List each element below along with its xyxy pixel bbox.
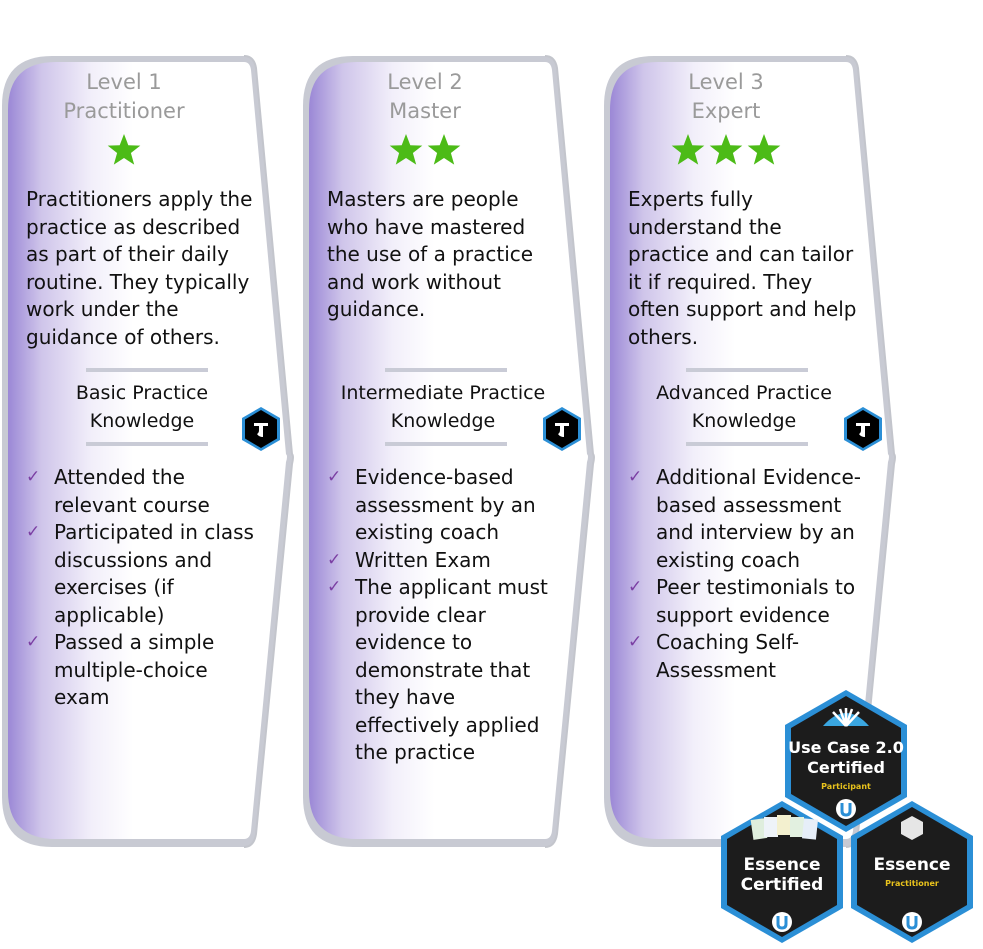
divider <box>86 442 208 446</box>
requirements-list: ✓ Additional Evidence-based assessment an… <box>626 464 866 684</box>
requirement-item: ✓ Peer testimonials to support evidence <box>626 574 866 629</box>
divider <box>686 368 808 372</box>
requirement-text: Evidence-based assessment by an existing… <box>355 465 536 544</box>
requirement-item: ✓ The applicant must provide clear eviden… <box>325 574 565 767</box>
level-heading: Level 3 Expert <box>602 68 850 126</box>
divider <box>385 442 507 446</box>
badge-level: Practitioner <box>885 879 939 888</box>
requirement-item: ✓ Participated in class discussions and e… <box>24 519 264 629</box>
requirement-text: Participated in class discussions and ex… <box>54 520 254 627</box>
essence-certified-badge: Essence Certified <box>718 799 846 945</box>
requirements-list: ✓ Evidence-based assessment by an existin… <box>325 464 565 767</box>
level-name: Master <box>389 99 461 123</box>
ivar-jacobson-badge-icon <box>242 407 280 451</box>
level-heading: Level 1 Practitioner <box>0 68 248 126</box>
level-card-1: Level 1 Practitioner Practitioners apply… <box>0 54 300 850</box>
requirement-item: ✓ Evidence-based assessment by an existin… <box>325 464 565 547</box>
level-number: Level 2 <box>387 70 463 94</box>
badge-title: Essence <box>873 855 951 875</box>
ivar-jacobson-badge-icon <box>844 407 882 451</box>
requirement-text: Additional Evidence-based assessment and… <box>656 465 861 572</box>
star-rating <box>602 132 850 172</box>
knowledge-line-1: Advanced Practice <box>656 382 832 404</box>
requirement-text: The applicant must provide clear evidenc… <box>355 575 548 764</box>
badge-subtitle: Certified <box>740 875 824 895</box>
divider <box>385 368 507 372</box>
badge-title: Use Case 2.0 <box>788 738 904 757</box>
level-heading: Level 2 Master <box>301 68 549 126</box>
use-case-fan-icon <box>823 708 869 727</box>
star-icon <box>709 134 743 165</box>
badge-subtitle: Certified <box>807 758 885 777</box>
level-number: Level 3 <box>688 70 764 94</box>
star-icon <box>671 134 705 165</box>
badge-title: Essence <box>743 855 821 875</box>
star-icon <box>107 134 141 165</box>
requirement-item: ✓ Written Exam <box>325 547 565 575</box>
checkmark-icon: ✓ <box>26 522 41 542</box>
ivar-jacobson-logo-icon <box>772 912 792 932</box>
requirement-text: Peer testimonials to support evidence <box>656 575 856 627</box>
checkmark-icon: ✓ <box>628 632 643 652</box>
level-name: Practitioner <box>63 99 185 123</box>
checkmark-icon: ✓ <box>26 467 41 487</box>
star-rating <box>0 132 248 172</box>
level-description: Practitioners apply the practice as desc… <box>26 187 253 349</box>
star-rating <box>301 132 549 172</box>
hexagon-icon <box>901 816 923 840</box>
level-number: Level 1 <box>86 70 162 94</box>
requirement-text: Written Exam <box>355 547 491 572</box>
checkmark-icon: ✓ <box>628 577 643 597</box>
checkmark-icon: ✓ <box>628 467 643 487</box>
star-icon <box>747 134 781 165</box>
requirements-list: ✓ Attended the relevant course ✓ Participat… <box>24 464 264 712</box>
card-chevron-shape <box>2 55 294 848</box>
requirement-text: Coaching Self-Assessment <box>656 630 800 682</box>
knowledge-line-1: Intermediate Practice <box>340 382 546 404</box>
checkmark-icon: ✓ <box>26 632 41 652</box>
star-icon <box>427 134 461 165</box>
checkmark-icon: ✓ <box>327 577 342 597</box>
level-description: Masters are people who have mastered the… <box>327 187 534 321</box>
divider <box>686 442 808 446</box>
knowledge-line-1: Basic Practice <box>75 382 209 404</box>
checkmark-icon: ✓ <box>327 467 342 487</box>
essence-practitioner-badge: Essence Practitioner <box>848 799 976 945</box>
level-card-2: Level 2 Master Masters are people who ha… <box>301 54 601 850</box>
level-description: Experts fully understand the practice an… <box>628 187 857 349</box>
requirement-text: Passed a simple multiple-choice exam <box>54 630 215 709</box>
star-icon <box>389 134 423 165</box>
checkmark-icon: ✓ <box>327 549 342 570</box>
level-name: Expert <box>691 99 761 123</box>
requirement-item: ✓ Passed a simple multiple-choice exam <box>24 629 264 712</box>
divider <box>86 368 208 372</box>
ivar-jacobson-logo-icon <box>902 912 922 932</box>
certification-badges: Use Case 2.0 Certified Participant Essen… <box>718 688 980 945</box>
requirement-item: ✓ Attended the relevant course <box>24 464 264 519</box>
badge-level: Participant <box>821 782 871 791</box>
requirement-text: Attended the relevant course <box>54 465 210 517</box>
requirement-item: ✓ Coaching Self-Assessment <box>626 629 866 684</box>
essence-cards-icon <box>750 815 819 840</box>
requirement-item: ✓ Additional Evidence-based assessment an… <box>626 464 866 574</box>
ivar-jacobson-badge-icon <box>543 407 581 451</box>
